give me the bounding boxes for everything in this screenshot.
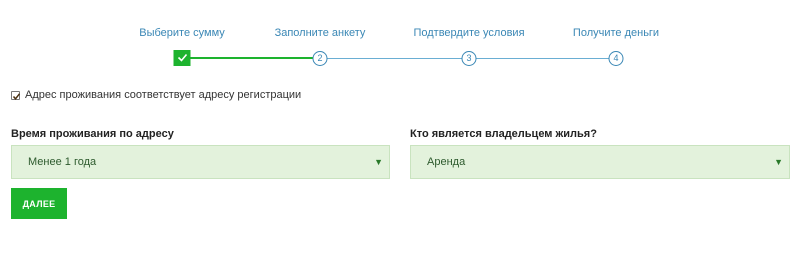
- step-label-fill-form: Заполните анкету: [274, 27, 366, 39]
- checkmark-icon: [177, 53, 187, 62]
- step-3-node: 3: [461, 51, 477, 66]
- step-connector-done: [190, 57, 313, 59]
- address-match-label: Адрес проживания соответствует адресу ре…: [25, 89, 302, 101]
- step-4-node: 4: [608, 51, 624, 66]
- housing-owner-select[interactable]: Аренда ▼: [410, 145, 790, 179]
- residence-duration-value: Менее 1 года: [28, 156, 97, 168]
- step-label-confirm-terms: Подтвердите условия: [413, 27, 525, 39]
- step-label-get-money: Получите деньги: [572, 27, 660, 39]
- address-match-row[interactable]: Адрес проживания соответствует адресу ре…: [11, 88, 301, 102]
- residence-duration-select[interactable]: Менее 1 года ▼: [11, 145, 390, 179]
- step-2-node: 2: [312, 51, 328, 66]
- housing-owner-value: Аренда: [427, 156, 466, 168]
- progress-stepper: Выберите сумму Заполните анкету Подтверд…: [0, 0, 800, 80]
- residence-duration-label: Время проживания по адресу: [11, 128, 174, 140]
- step-connector: [327, 58, 462, 59]
- step-label-choose-amount[interactable]: Выберите сумму: [139, 27, 225, 39]
- loan-application-form: Выберите сумму Заполните анкету Подтверд…: [0, 0, 800, 272]
- step-1-complete-node[interactable]: [173, 50, 191, 66]
- checkmark-icon: [12, 92, 21, 100]
- address-match-checkbox[interactable]: [11, 90, 21, 100]
- step-connector: [476, 58, 609, 59]
- housing-owner-label: Кто является владельцем жилья?: [410, 128, 597, 140]
- next-button[interactable]: ДАЛЕЕ: [11, 188, 67, 219]
- chevron-down-icon: ▼: [774, 157, 783, 167]
- chevron-down-icon: ▼: [374, 157, 383, 167]
